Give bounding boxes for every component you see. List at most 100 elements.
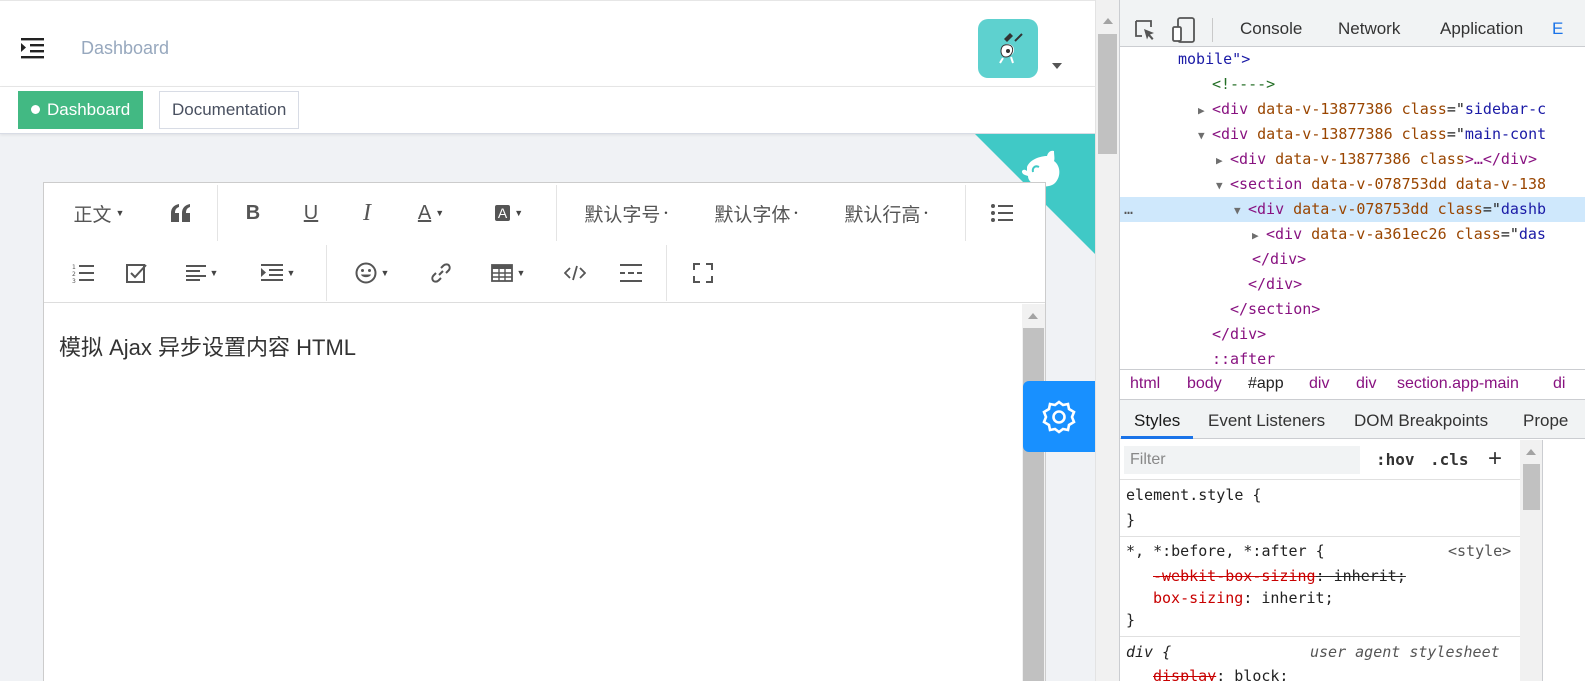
collapse-triangle-icon[interactable]: ▼: [1216, 173, 1230, 198]
font-family-dropdown[interactable]: 默认字体 •: [706, 193, 806, 233]
font-color-icon: A: [417, 201, 432, 224]
bg-color-button[interactable]: A ▼: [484, 193, 534, 233]
tab-console[interactable]: Console: [1240, 19, 1302, 39]
heading-dropdown[interactable]: 正文 ▼: [64, 193, 134, 233]
crumb-div[interactable]: div: [1309, 375, 1329, 393]
breadcrumb-dashboard[interactable]: Dashboard: [81, 38, 169, 59]
devtools-panel: Console Network Application E mobile"> <…: [1119, 0, 1585, 681]
tab-elements[interactable]: E: [1552, 19, 1563, 39]
crumb-section[interactable]: section.app-main: [1397, 375, 1519, 393]
dom-node[interactable]: <!---->: [1120, 72, 1585, 97]
page-scrollbar[interactable]: [1095, 0, 1119, 681]
link-button[interactable]: [422, 253, 460, 293]
tag-documentation[interactable]: Documentation: [159, 91, 300, 129]
fullscreen-icon: [693, 263, 713, 283]
dom-node[interactable]: </div>: [1120, 247, 1585, 272]
rule-declaration[interactable]: display: block;: [1153, 667, 1288, 681]
editor-content-area[interactable]: 模拟 Ajax 异步设置内容 HTML: [44, 304, 1022, 681]
dom-node-selected[interactable]: ▼ <div data-v-078753dd class="dashb: [1120, 197, 1585, 222]
bg-color-icon: A: [494, 205, 511, 221]
collapse-triangle-icon[interactable]: ▼: [1234, 198, 1248, 223]
dom-node[interactable]: mobile">: [1120, 47, 1585, 72]
editor-paragraph[interactable]: 模拟 Ajax 异步设置内容 HTML: [59, 330, 356, 362]
expand-triangle-icon[interactable]: ▶: [1198, 98, 1212, 123]
fullscreen-button[interactable]: [684, 253, 722, 293]
dom-value: dashb: [1500, 200, 1547, 218]
rule-selector[interactable]: element.style {: [1126, 486, 1261, 504]
dom-node[interactable]: ▶ <div data-v-a361ec26 class="das: [1120, 222, 1585, 247]
dom-node[interactable]: </div>: [1120, 272, 1585, 297]
dom-node[interactable]: ▼ <section data-v-078753dd data-v-138: [1120, 172, 1585, 197]
rich-text-editor: 正文▼ B U I A▼ A▼ 默认字号• 默认字体• 默认行高•: [43, 182, 1046, 681]
dom-node[interactable]: ▶ <div data-v-13877386 class>…</div>: [1120, 147, 1585, 172]
hamburger-icon[interactable]: [20, 36, 45, 60]
scroll-up-arrow-icon[interactable]: [1526, 449, 1536, 455]
divider-button[interactable]: [612, 253, 650, 293]
rule-source-link[interactable]: <style>: [1448, 542, 1511, 560]
crumb-html[interactable]: html: [1130, 375, 1160, 393]
tab-event-listeners[interactable]: Event Listeners: [1208, 411, 1325, 431]
indent-icon: [260, 264, 283, 281]
bold-button[interactable]: B: [234, 193, 272, 233]
tab-styles[interactable]: Styles: [1134, 411, 1180, 431]
styles-scrollbar[interactable]: [1520, 440, 1542, 681]
more-options-icon[interactable]: …: [1124, 200, 1133, 218]
rule-declaration[interactable]: -webkit-box-sizing: inherit;: [1153, 567, 1406, 585]
todo-button[interactable]: [118, 253, 156, 293]
scroll-up-arrow-icon[interactable]: [1103, 18, 1113, 24]
editor-scrollbar[interactable]: [1022, 304, 1045, 681]
caret-down-icon[interactable]: [1052, 63, 1062, 69]
quote-button[interactable]: [162, 193, 200, 233]
emotion-dropdown[interactable]: ▼: [348, 253, 396, 293]
rule-declaration[interactable]: box-sizing: inherit;: [1153, 589, 1334, 607]
scrollbar-thumb[interactable]: [1098, 34, 1117, 154]
crumb-div[interactable]: di: [1553, 375, 1565, 393]
filter-input[interactable]: [1124, 446, 1360, 474]
dom-node[interactable]: </div>: [1120, 322, 1585, 347]
dom-node[interactable]: ▼ <div data-v-13877386 class="main-cont: [1120, 122, 1585, 147]
scrollbar-thumb[interactable]: [1523, 464, 1540, 510]
underline-button[interactable]: U: [292, 193, 330, 233]
link-icon: [431, 263, 451, 283]
dom-node[interactable]: ▶ <div data-v-13877386 class="sidebar-c: [1120, 97, 1585, 122]
line-height-dropdown[interactable]: 默认行高 •: [836, 193, 936, 233]
dom-tag: div: [1257, 200, 1285, 218]
justify-dropdown[interactable]: ▼: [178, 253, 226, 293]
toolbar-separator: [326, 245, 327, 301]
editor-toolbar: 正文▼ B U I A▼ A▼ 默认字号• 默认字体• 默认行高•: [44, 183, 1045, 303]
indent-dropdown[interactable]: ▼: [254, 253, 302, 293]
inspect-element-icon[interactable]: [1134, 19, 1156, 41]
crumb-app[interactable]: #app: [1248, 375, 1284, 393]
tab-dom-breakpoints[interactable]: DOM Breakpoints: [1354, 411, 1488, 431]
device-toolbar-icon[interactable]: [1172, 17, 1196, 43]
user-avatar[interactable]: [978, 19, 1038, 78]
font-size-dropdown[interactable]: 默认字号 •: [576, 193, 676, 233]
table-dropdown[interactable]: ▼: [484, 253, 532, 293]
tab-network[interactable]: Network: [1338, 19, 1400, 39]
font-color-button[interactable]: A ▼: [406, 193, 456, 233]
dom-node[interactable]: </section>: [1120, 297, 1585, 322]
rule-selector[interactable]: *, *:before, *:after {: [1126, 542, 1325, 560]
scroll-up-arrow-icon[interactable]: [1028, 313, 1038, 319]
toolbar-separator: [666, 245, 667, 301]
gear-icon: [1042, 399, 1076, 434]
italic-button[interactable]: I: [348, 193, 386, 233]
code-button[interactable]: [556, 253, 594, 293]
dom-value: das: [1518, 225, 1546, 243]
crumb-div[interactable]: div: [1356, 375, 1376, 393]
tab-application[interactable]: Application: [1440, 19, 1523, 39]
bullet-list-button[interactable]: [982, 193, 1022, 233]
settings-button[interactable]: [1023, 381, 1095, 452]
rule-selector[interactable]: div {: [1126, 643, 1171, 661]
ordered-list-button[interactable]: 123: [64, 253, 102, 293]
hov-toggle[interactable]: :hov: [1376, 450, 1415, 469]
crumb-body[interactable]: body: [1187, 375, 1222, 393]
tag-dashboard[interactable]: Dashboard: [18, 91, 144, 129]
dom-node[interactable]: ::after: [1120, 347, 1585, 369]
add-rule-button[interactable]: +: [1488, 445, 1502, 473]
expand-triangle-icon[interactable]: ▶: [1252, 223, 1266, 248]
collapse-triangle-icon[interactable]: ▼: [1198, 123, 1212, 148]
expand-triangle-icon[interactable]: ▶: [1216, 148, 1230, 173]
cls-toggle[interactable]: .cls: [1430, 450, 1469, 469]
tab-properties[interactable]: Prope: [1523, 411, 1568, 431]
